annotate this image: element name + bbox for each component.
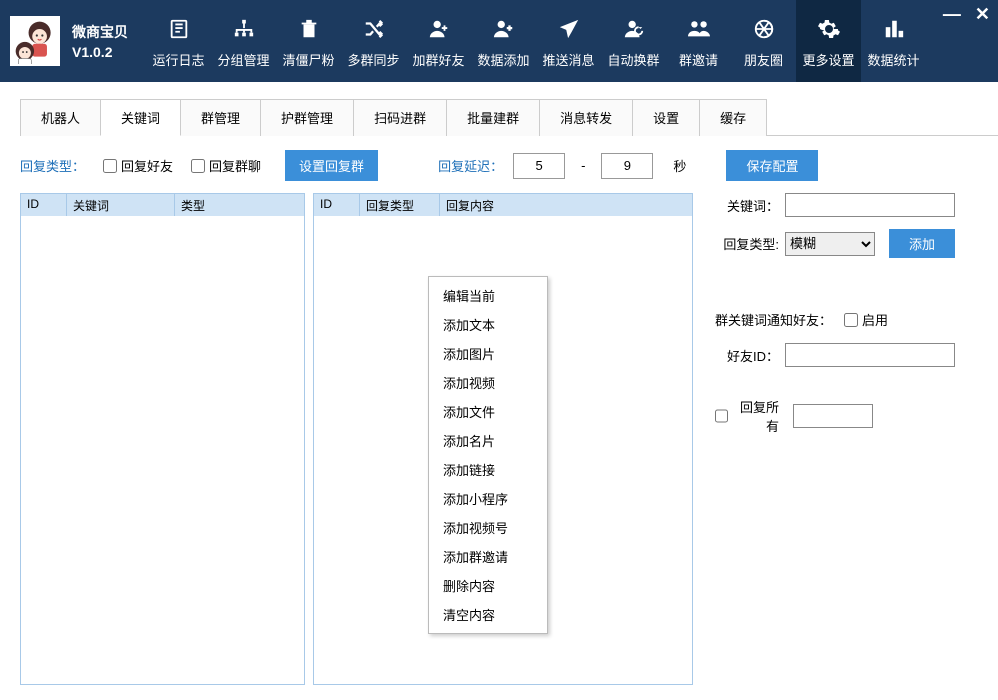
friend-id-input[interactable] — [785, 343, 955, 367]
menu-item[interactable]: 添加链接 — [429, 455, 547, 484]
tab-缓存[interactable]: 缓存 — [699, 99, 767, 136]
keyword-input[interactable] — [785, 193, 955, 217]
tab-扫码进群[interactable]: 扫码进群 — [353, 99, 447, 136]
col-keyword: 关键词 — [67, 194, 175, 216]
toolbar-10[interactable]: 更多设置 — [796, 0, 861, 82]
tab-护群管理[interactable]: 护群管理 — [260, 99, 354, 136]
delay-to-input[interactable] — [601, 153, 653, 179]
menu-item[interactable]: 添加图片 — [429, 339, 547, 368]
col-id2: ID — [314, 194, 360, 216]
col-type: 类型 — [175, 194, 304, 216]
toolbar-7[interactable]: 自动换群 — [601, 0, 666, 82]
delay-from-input[interactable] — [513, 153, 565, 179]
notify-friend-label: 群关键词通知好友： — [715, 310, 832, 329]
keyword-label: 关键词： — [715, 196, 779, 215]
tab-群管理[interactable]: 群管理 — [180, 99, 261, 136]
menu-item[interactable]: 删除内容 — [429, 571, 547, 600]
menu-item[interactable]: 添加小程序 — [429, 484, 547, 513]
menu-item[interactable]: 添加视频 — [429, 368, 547, 397]
tab-批量建群[interactable]: 批量建群 — [446, 99, 540, 136]
toolbar-2[interactable]: 清僵尸粉 — [276, 0, 341, 82]
toolbar-0[interactable]: 运行日志 — [146, 0, 211, 82]
replytype-label: 回复类型: — [715, 234, 779, 253]
tab-机器人[interactable]: 机器人 — [20, 99, 101, 136]
tab-关键词[interactable]: 关键词 — [100, 99, 181, 136]
menu-item[interactable]: 清空内容 — [429, 600, 547, 629]
enable-checkbox[interactable]: 启用 — [844, 310, 908, 329]
toolbar-5[interactable]: 数据添加 — [471, 0, 536, 82]
menu-item[interactable]: 添加视频号 — [429, 513, 547, 542]
toolbar-3[interactable]: 多群同步 — [341, 0, 406, 82]
avatar — [10, 16, 60, 66]
reply-friend-checkbox[interactable]: 回复好友 — [103, 156, 173, 175]
menu-item[interactable]: 添加群邀请 — [429, 542, 547, 571]
col-replycontent: 回复内容 — [440, 194, 692, 216]
toolbar-4[interactable]: 加群好友 — [406, 0, 471, 82]
set-reply-group-button[interactable]: 设置回复群 — [285, 150, 378, 181]
menu-item[interactable]: 编辑当前 — [429, 281, 547, 310]
col-replytype: 回复类型 — [360, 194, 440, 216]
col-id: ID — [21, 194, 67, 216]
menu-item[interactable]: 添加文件 — [429, 397, 547, 426]
toolbar-1[interactable]: 分组管理 — [211, 0, 276, 82]
keyword-table[interactable]: ID 关键词 类型 — [20, 193, 305, 685]
reply-type-label: 回复类型： — [20, 156, 85, 175]
save-config-button[interactable]: 保存配置 — [726, 150, 818, 181]
friend-id-label: 好友ID： — [715, 346, 779, 365]
toolbar-8[interactable]: 群邀请 — [666, 0, 731, 82]
add-button[interactable]: 添加 — [889, 229, 955, 258]
reply-group-checkbox[interactable]: 回复群聊 — [191, 156, 261, 175]
reply-delay-label: 回复延迟： — [438, 156, 503, 175]
toolbar-9[interactable]: 朋友圈 — [731, 0, 796, 82]
tab-消息转发[interactable]: 消息转发 — [539, 99, 633, 136]
tab-设置[interactable]: 设置 — [632, 99, 700, 136]
context-menu: 编辑当前添加文本添加图片添加视频添加文件添加名片添加链接添加小程序添加视频号添加… — [428, 276, 548, 634]
toolbar-11[interactable]: 数据统计 — [861, 0, 926, 82]
seconds-label: 秒 — [673, 156, 686, 175]
close-button[interactable]: ✕ — [975, 4, 990, 25]
reply-table[interactable]: ID 回复类型 回复内容 编辑当前添加文本添加图片添加视频添加文件添加名片添加链… — [313, 193, 693, 685]
app-title: 微商宝贝 V1.0.2 — [72, 22, 128, 60]
minimize-button[interactable]: — — [943, 4, 961, 25]
replytype-select[interactable]: 模糊 — [785, 232, 875, 256]
menu-item[interactable]: 添加文本 — [429, 310, 547, 339]
toolbar-6[interactable]: 推送消息 — [536, 0, 601, 82]
reply-all-input[interactable] — [793, 404, 873, 428]
menu-item[interactable]: 添加名片 — [429, 426, 547, 455]
reply-all-checkbox[interactable]: 回复所有 — [715, 397, 779, 435]
